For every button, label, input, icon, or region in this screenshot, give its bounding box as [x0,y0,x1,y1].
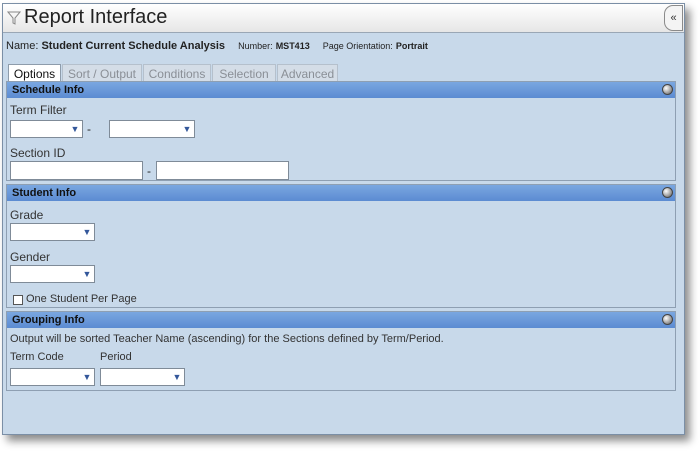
grade-select[interactable]: ▼ [10,223,95,241]
report-number-label: Number: [238,41,273,51]
term-filter-to-select[interactable]: ▼ [109,120,195,138]
gender-label: Gender [10,250,51,264]
report-info-bar: Name: Student Current Schedule Analysis … [6,40,428,52]
student-info-title: Student Info [12,187,77,199]
tab-selection[interactable]: Selection [212,64,276,81]
grade-label: Grade [10,208,44,222]
schedule-info-title: Schedule Info [12,84,85,96]
tab-sort-output[interactable]: Sort / Output [62,64,142,81]
page-orientation-label: Page Orientation: [322,41,393,51]
double-chevron-left-icon: « [670,12,677,24]
window-title: Report Interface [24,6,168,28]
chevron-down-icon: ▼ [82,269,92,279]
section-id-label: Section ID [10,146,66,160]
tab-conditions[interactable]: Conditions [143,64,211,81]
one-student-per-page-checkbox[interactable] [13,295,23,305]
section-id-to-input[interactable] [156,161,289,180]
collapse-panel-button[interactable]: « [664,5,683,31]
page-orientation: Portrait [395,41,428,51]
gender-select[interactable]: ▼ [10,265,95,283]
grouping-info-title: Grouping Info [12,314,85,326]
report-interface-window: Report Interface « Name: Student Current… [2,3,685,435]
one-student-per-page-label: One Student Per Page [26,293,137,305]
chevron-down-icon: ▼ [82,372,92,382]
chevron-down-icon: ▼ [172,372,182,382]
report-name-label: Name: [6,40,39,52]
schedule-info-section: Schedule Info Term Filter ▼ - ▼ Section … [6,81,676,181]
student-info-section: Student Info Grade ▼ Gender ▼ One Studen… [6,184,676,308]
report-number: MST413 [275,41,310,51]
collapse-section-icon[interactable] [662,314,673,325]
term-code-label: Term Code [10,351,64,363]
title-bar: Report Interface « [3,4,684,33]
grouping-note: Output will be sorted Teacher Name (asce… [10,333,444,345]
filter-icon [7,11,21,25]
section-id-range-dash: - [147,164,151,178]
chevron-down-icon: ▼ [182,124,192,134]
student-info-header[interactable]: Student Info [7,185,675,201]
term-filter-label: Term Filter [10,103,67,117]
term-code-select[interactable]: ▼ [10,368,95,386]
chevron-down-icon: ▼ [70,124,80,134]
term-filter-range-dash: - [87,122,91,136]
collapse-section-icon[interactable] [662,84,673,95]
period-select[interactable]: ▼ [100,368,185,386]
report-name: Student Current Schedule Analysis [41,40,226,52]
schedule-info-header[interactable]: Schedule Info [7,82,675,98]
collapse-section-icon[interactable] [662,187,673,198]
tab-options[interactable]: Options [8,64,61,82]
period-label: Period [100,351,132,363]
section-id-from-input[interactable] [10,161,143,180]
grouping-info-header[interactable]: Grouping Info [7,312,675,328]
tab-advanced[interactable]: Advanced [277,64,338,81]
chevron-down-icon: ▼ [82,227,92,237]
term-filter-from-select[interactable]: ▼ [10,120,83,138]
grouping-info-section: Grouping Info Output will be sorted Teac… [6,311,676,391]
